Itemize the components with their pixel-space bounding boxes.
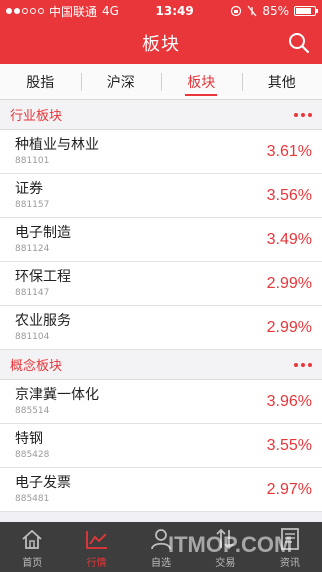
tab-0[interactable]: 股指 xyxy=(0,64,81,99)
tab-1[interactable]: 沪深 xyxy=(80,64,162,99)
sector-change: 2.99% xyxy=(266,274,312,292)
sector-row[interactable]: 证券 881157 3.56% xyxy=(0,174,322,218)
sector-name: 农业服务 xyxy=(15,313,71,329)
signal-icon xyxy=(6,8,44,14)
carrier-label: 中国联通 xyxy=(49,4,98,19)
sector-info: 环保工程 881147 xyxy=(15,268,71,299)
section-title: 概念板块 xyxy=(10,359,63,374)
more-icon[interactable] xyxy=(294,112,312,117)
tabbar-item-2[interactable]: 自选 xyxy=(129,522,193,572)
tabbar-label: 交易 xyxy=(215,558,236,569)
sector-info: 证券 881157 xyxy=(15,180,49,211)
home-icon xyxy=(22,529,42,549)
sector-name: 证券 xyxy=(15,181,43,197)
category-tabs: 股指 沪深 板块 其他 xyxy=(0,64,322,100)
sector-change: 3.49% xyxy=(266,230,312,248)
sector-name: 特钢 xyxy=(15,431,43,447)
tab-2[interactable]: 板块 xyxy=(161,64,242,99)
app-header: 中国联通 4G 13:49 85% 板块 xyxy=(0,0,322,64)
tab-3[interactable]: 其他 xyxy=(241,64,322,99)
tabbar-label: 首页 xyxy=(22,558,43,569)
sector-name: 电子制造 xyxy=(15,225,71,241)
sector-code: 881101 xyxy=(15,156,50,166)
tabbar-item-4[interactable]: 资讯 xyxy=(258,522,322,572)
bottom-tabbar: 首页 行情 自选 交易 资讯 xyxy=(0,522,322,572)
sector-code: 881157 xyxy=(15,200,50,210)
tabbar-item-1[interactable]: 行情 xyxy=(64,522,128,572)
tabbar-item-3[interactable]: 交易 xyxy=(193,522,257,572)
sector-info: 电子制造 881124 xyxy=(15,224,71,255)
page-title: 板块 xyxy=(142,34,180,55)
sector-change: 2.97% xyxy=(266,480,312,498)
sector-info: 特钢 885428 xyxy=(15,430,49,461)
network-label: 4G xyxy=(102,4,119,18)
sector-info: 种植业与林业 881101 xyxy=(15,136,99,167)
sector-info: 电子发票 885481 xyxy=(15,474,71,505)
sector-code: 881147 xyxy=(15,288,50,298)
person-icon xyxy=(151,529,171,550)
more-icon[interactable] xyxy=(294,362,312,367)
sector-change: 3.56% xyxy=(266,186,312,204)
sector-change: 3.61% xyxy=(266,142,312,160)
sector-info: 农业服务 881104 xyxy=(15,312,71,343)
news-icon xyxy=(280,528,299,550)
sector-row[interactable]: 京津冀一体化 885514 3.96% xyxy=(0,380,322,424)
tabbar-label: 资讯 xyxy=(279,558,300,569)
sector-info: 京津冀一体化 885514 xyxy=(15,386,99,417)
search-icon[interactable] xyxy=(286,30,312,56)
sector-code: 885428 xyxy=(15,450,50,460)
sector-name: 京津冀一体化 xyxy=(15,387,99,403)
sector-row[interactable]: 电子制造 881124 3.49% xyxy=(0,218,322,262)
section-header: 行业板块 xyxy=(0,100,322,130)
section-title: 行业板块 xyxy=(10,109,63,124)
sector-row[interactable]: 特钢 885428 3.55% xyxy=(0,424,322,468)
status-bar: 中国联通 4G 13:49 85% xyxy=(0,0,322,22)
sector-change: 3.55% xyxy=(266,436,312,454)
tabbar-item-0[interactable]: 首页 xyxy=(0,522,64,572)
tabbar-label: 行情 xyxy=(86,558,107,569)
sector-row[interactable]: 环保工程 881147 2.99% xyxy=(0,262,322,306)
section-header: 概念板块 xyxy=(0,350,322,380)
sector-row[interactable]: 农业服务 881104 2.99% xyxy=(0,306,322,350)
sector-code: 881104 xyxy=(15,332,50,342)
sector-code: 885481 xyxy=(15,494,50,504)
sector-row[interactable]: 种植业与林业 881101 3.61% xyxy=(0,130,322,174)
transfer-icon xyxy=(216,528,235,550)
alarm-icon xyxy=(247,5,257,17)
battery-label: 85% xyxy=(262,4,289,18)
status-time: 13:49 xyxy=(155,4,194,18)
battery-icon xyxy=(293,6,318,16)
sector-row[interactable]: 电子发票 885481 2.97% xyxy=(0,468,322,512)
chart-icon xyxy=(85,531,107,549)
sector-change: 3.96% xyxy=(266,392,312,410)
status-left: 中国联通 4G xyxy=(6,3,119,20)
status-right: 85% xyxy=(230,4,318,18)
sector-name: 种植业与林业 xyxy=(15,137,99,153)
sector-code: 885514 xyxy=(15,406,50,416)
sector-code: 881124 xyxy=(15,244,50,254)
sector-name: 电子发票 xyxy=(15,475,71,491)
sector-name: 环保工程 xyxy=(15,269,71,285)
tabbar-label: 自选 xyxy=(151,558,172,569)
title-row: 板块 xyxy=(0,22,322,64)
rotation-lock-icon xyxy=(231,5,242,17)
sector-change: 2.99% xyxy=(266,318,312,336)
